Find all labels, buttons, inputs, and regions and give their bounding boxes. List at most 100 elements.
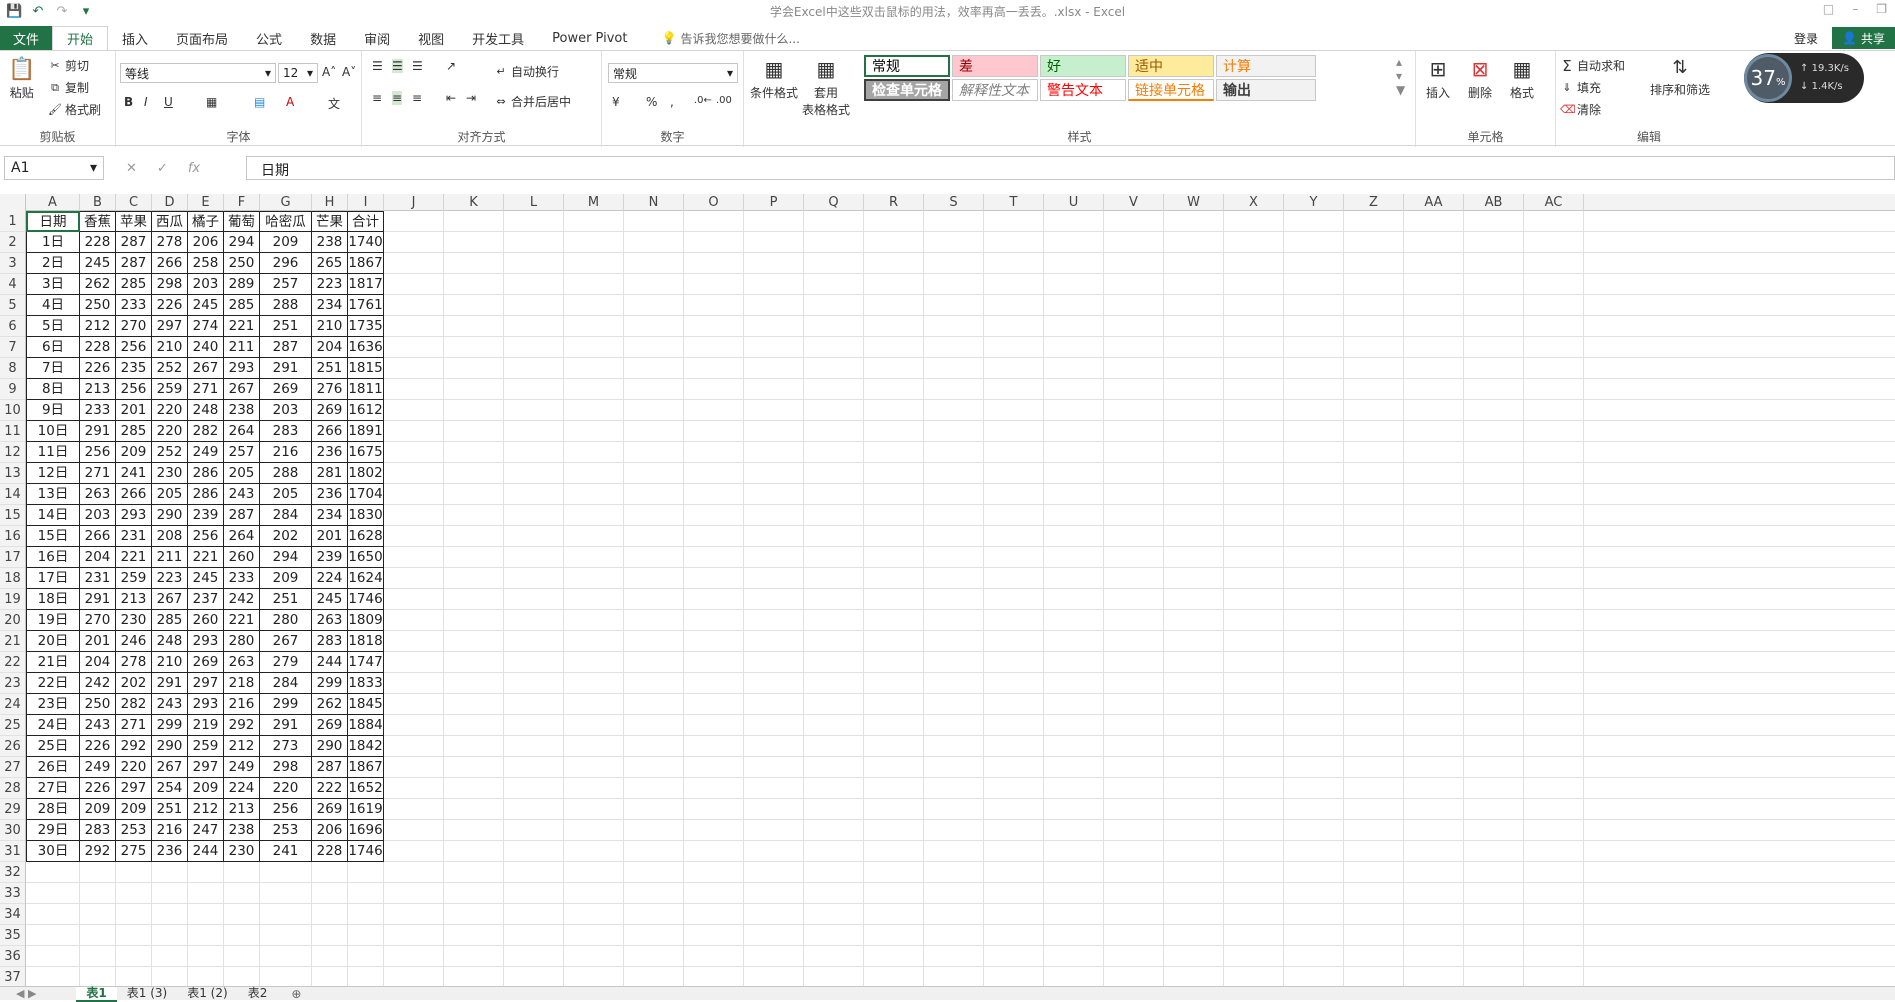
empty-cell[interactable] [348, 967, 384, 986]
tab-power-pivot[interactable]: Power Pivot [538, 26, 641, 50]
empty-cell[interactable] [924, 694, 984, 715]
cell-style-option[interactable]: 常规 [864, 55, 950, 77]
data-cell[interactable]: 220 [152, 400, 188, 421]
empty-cell[interactable] [984, 505, 1044, 526]
empty-cell[interactable] [804, 568, 864, 589]
data-cell[interactable]: 288 [260, 295, 312, 316]
empty-cell[interactable] [744, 505, 804, 526]
empty-cell[interactable] [744, 757, 804, 778]
empty-cell[interactable] [744, 568, 804, 589]
empty-cell[interactable] [564, 820, 624, 841]
empty-cell[interactable] [1404, 505, 1464, 526]
login-link[interactable]: 登录 [1794, 30, 1818, 47]
data-cell[interactable]: 226 [152, 295, 188, 316]
empty-cell[interactable] [1164, 925, 1224, 946]
empty-cell[interactable] [1284, 841, 1344, 862]
empty-cell[interactable] [1404, 694, 1464, 715]
empty-cell[interactable] [684, 673, 744, 694]
empty-cell[interactable] [984, 337, 1044, 358]
empty-cell[interactable] [1044, 631, 1104, 652]
data-cell[interactable]: 1650 [348, 547, 384, 568]
empty-cell[interactable] [384, 631, 444, 652]
empty-cell[interactable] [924, 484, 984, 505]
empty-cell[interactable] [1344, 442, 1404, 463]
empty-cell[interactable] [564, 799, 624, 820]
empty-cell[interactable] [504, 631, 564, 652]
empty-cell[interactable] [924, 631, 984, 652]
data-cell[interactable]: 249 [188, 442, 224, 463]
empty-cell[interactable] [1284, 820, 1344, 841]
empty-cell[interactable] [924, 862, 984, 883]
empty-cell[interactable] [1464, 589, 1524, 610]
empty-cell[interactable] [744, 694, 804, 715]
empty-cell[interactable] [384, 232, 444, 253]
data-cell[interactable]: 242 [80, 673, 116, 694]
empty-cell[interactable] [260, 883, 312, 904]
empty-cell[interactable] [80, 904, 116, 925]
empty-cell[interactable] [564, 316, 624, 337]
data-cell[interactable]: 243 [80, 715, 116, 736]
data-cell[interactable]: 267 [152, 757, 188, 778]
empty-cell[interactable] [312, 946, 348, 967]
empty-cell[interactable] [504, 883, 564, 904]
tab-developer[interactable]: 开发工具 [458, 26, 538, 50]
empty-cell[interactable] [1164, 694, 1224, 715]
empty-cell[interactable] [1344, 421, 1404, 442]
data-cell[interactable]: 292 [80, 841, 116, 862]
data-cell[interactable]: 283 [312, 631, 348, 652]
data-cell[interactable]: 226 [80, 358, 116, 379]
data-cell[interactable]: 221 [116, 547, 152, 568]
empty-cell[interactable] [1164, 337, 1224, 358]
empty-cell[interactable] [864, 463, 924, 484]
empty-cell[interactable] [864, 904, 924, 925]
empty-cell[interactable] [1404, 736, 1464, 757]
empty-cell[interactable] [1164, 883, 1224, 904]
align-left-icon[interactable]: ≡ [372, 91, 382, 105]
empty-cell[interactable] [1344, 232, 1404, 253]
data-cell[interactable]: 209 [260, 568, 312, 589]
empty-cell[interactable] [624, 862, 684, 883]
empty-cell[interactable] [348, 946, 384, 967]
column-header[interactable]: D [152, 194, 188, 211]
empty-cell[interactable] [444, 400, 504, 421]
empty-cell[interactable] [1464, 295, 1524, 316]
empty-cell[interactable] [116, 946, 152, 967]
empty-cell[interactable] [744, 253, 804, 274]
empty-cell[interactable] [1104, 757, 1164, 778]
empty-cell[interactable] [1404, 652, 1464, 673]
empty-cell[interactable] [1224, 379, 1284, 400]
data-cell[interactable]: 221 [188, 547, 224, 568]
empty-cell[interactable] [624, 778, 684, 799]
increase-indent-icon[interactable]: ⇥ [466, 91, 476, 105]
empty-cell[interactable] [1524, 694, 1584, 715]
data-cell[interactable]: 291 [260, 715, 312, 736]
empty-cell[interactable] [348, 904, 384, 925]
data-cell[interactable]: 236 [312, 442, 348, 463]
empty-cell[interactable] [624, 820, 684, 841]
empty-cell[interactable] [804, 337, 864, 358]
empty-cell[interactable] [924, 337, 984, 358]
data-cell[interactable]: 219 [188, 715, 224, 736]
empty-cell[interactable] [1104, 904, 1164, 925]
empty-cell[interactable] [804, 631, 864, 652]
empty-cell[interactable] [384, 799, 444, 820]
column-header[interactable]: B [80, 194, 116, 211]
empty-cell[interactable] [684, 379, 744, 400]
empty-cell[interactable] [1224, 526, 1284, 547]
empty-cell[interactable] [1464, 547, 1524, 568]
empty-cell[interactable] [504, 505, 564, 526]
empty-cell[interactable] [684, 358, 744, 379]
data-cell[interactable]: 253 [260, 820, 312, 841]
empty-cell[interactable] [804, 967, 864, 986]
empty-cell[interactable] [1284, 274, 1344, 295]
empty-cell[interactable] [384, 757, 444, 778]
empty-cell[interactable] [1164, 967, 1224, 986]
tab-home[interactable]: 开始 [52, 26, 109, 50]
row-header[interactable]: 14 [0, 484, 25, 505]
data-cell[interactable]: 292 [224, 715, 260, 736]
empty-cell[interactable] [924, 295, 984, 316]
data-cell[interactable]: 211 [224, 337, 260, 358]
empty-cell[interactable] [744, 484, 804, 505]
empty-cell[interactable] [684, 568, 744, 589]
empty-cell[interactable] [260, 925, 312, 946]
